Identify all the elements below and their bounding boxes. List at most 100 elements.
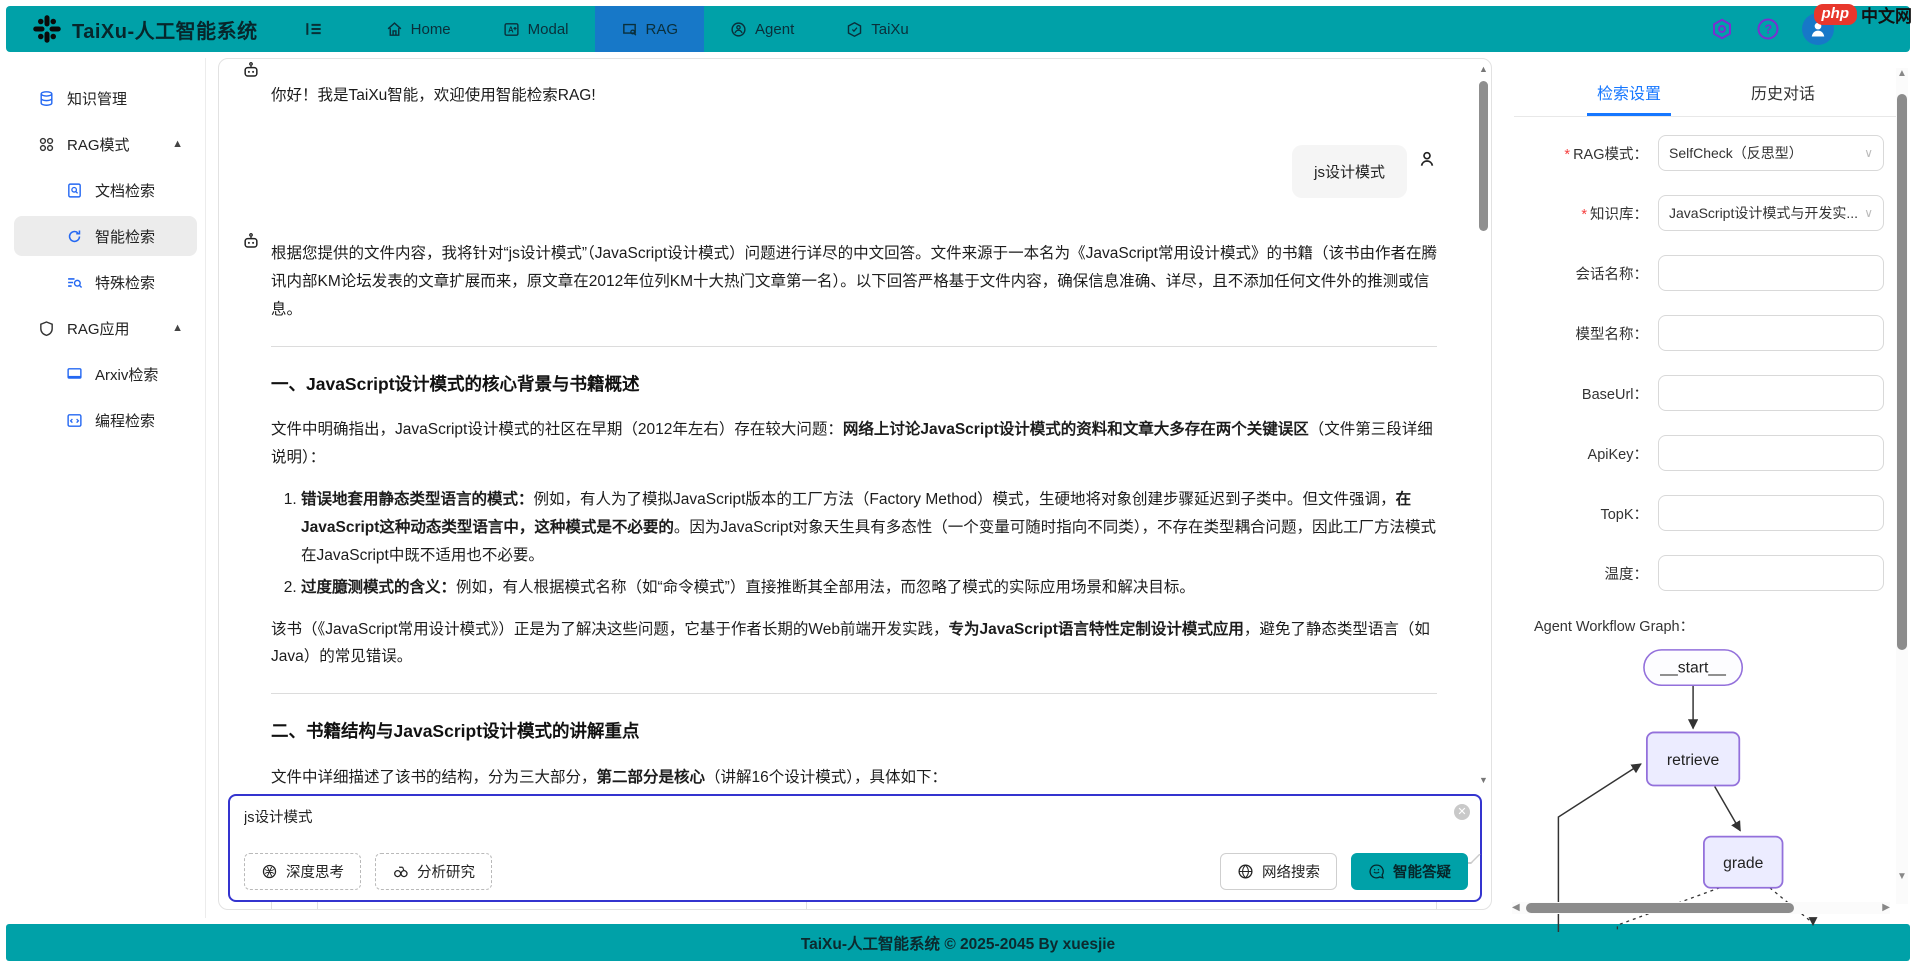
chat-input[interactable]: js设计模式 — [244, 806, 1466, 850]
user-message-bubble: js设计模式 — [1292, 145, 1407, 198]
app-logo-icon — [32, 14, 62, 44]
knowledge-base-select[interactable]: JavaScript设计模式与开发实...∨ — [1658, 195, 1884, 231]
settings-gear-icon[interactable] — [1710, 17, 1734, 41]
analyze-research-button[interactable]: 分析研究 — [375, 853, 492, 890]
agent-icon — [730, 21, 747, 38]
button-label: 智能答疑 — [1393, 861, 1451, 882]
sidebar-item-knowledge[interactable]: 知识管理 — [14, 78, 197, 118]
chat-scrollbar-thumb[interactable] — [1479, 81, 1488, 231]
label-text: RAG模式： — [1573, 147, 1648, 163]
app-title: TaiXu-人工智能系统 — [72, 15, 258, 44]
monitor-icon — [66, 366, 83, 383]
field-top-k: TopK： — [1528, 495, 1884, 531]
section-2-lead: 文件中详细描述了该书的结构，分为三大部分，第二部分是核心（讲解16个设计模式），… — [271, 764, 1437, 792]
node-start-label: __start__ — [1659, 659, 1726, 676]
field-session-name: 会话名称： — [1528, 255, 1884, 291]
php-badge: php — [1814, 4, 1858, 25]
tab-retrieval-settings[interactable]: 检索设置 — [1587, 74, 1671, 116]
scroll-up-arrow-icon[interactable]: ▲ — [1479, 65, 1488, 74]
sidebar-collapse-icon[interactable] — [304, 19, 324, 39]
panel-horizontal-scrollbar[interactable]: ◀ ▶ — [1512, 902, 1890, 914]
modal-icon: A — [503, 21, 520, 38]
session-name-input[interactable] — [1669, 265, 1873, 281]
clear-input-icon[interactable]: ✕ — [1454, 804, 1470, 820]
chat-area: 你好！我是TaiXu智能，欢迎使用智能检索RAG! js设计模式 根据您提供的文… — [206, 58, 1506, 918]
nav-label: Modal — [528, 21, 569, 38]
sidebar-item-doc-search[interactable]: 文档检索 — [14, 170, 197, 210]
button-label: 网络搜索 — [1262, 861, 1320, 882]
chevron-up-icon[interactable]: ▲ — [172, 322, 183, 334]
text-run-bold: 过度臆测模式的含义： — [301, 579, 456, 596]
sidebar-item-label: 知识管理 — [67, 88, 127, 109]
sidebar-item-label: 特殊检索 — [95, 272, 155, 293]
base-url-input-wrap — [1658, 375, 1884, 411]
user-message: js设计模式 — [241, 145, 1437, 198]
doc-search-icon — [66, 182, 83, 199]
field-api-key: ApiKey： — [1528, 435, 1884, 471]
node-grade-label: grade — [1723, 855, 1763, 872]
model-name-input-wrap — [1658, 315, 1884, 351]
required-asterisk: * — [1581, 207, 1587, 223]
nav-label: TaiXu — [871, 21, 909, 38]
deep-think-button[interactable]: 深度思考 — [244, 853, 361, 890]
page: php 中文网 TaiXu-人工智能系统 Home A — [0, 0, 1916, 967]
settings-form: *RAG模式： SelfCheck（反思型）∨ *知识库： JavaScript… — [1528, 135, 1884, 591]
chevron-down-icon: ∨ — [1864, 146, 1873, 160]
web-search-button[interactable]: 网络搜索 — [1220, 853, 1337, 890]
model-name-input[interactable] — [1669, 325, 1873, 341]
node-retrieve-label: retrieve — [1667, 752, 1720, 769]
sidebar-group-rag-app[interactable]: RAG应用 ▲ — [14, 308, 197, 348]
field-base-url: BaseUrl： — [1528, 375, 1884, 411]
text-run: 文件中明确指出，JavaScript设计模式的社区在早期（2012年左右）存在较… — [271, 421, 843, 438]
nav-label: Agent — [755, 21, 794, 38]
chevron-up-icon[interactable]: ▲ — [172, 138, 183, 150]
sidebar-item-code-search[interactable]: 编程检索 — [14, 400, 197, 440]
panel-vertical-scrollbar[interactable]: ▲ ▼ — [1896, 68, 1908, 904]
top-k-input[interactable] — [1669, 505, 1873, 521]
api-key-input[interactable] — [1669, 445, 1873, 461]
field-model-name: 模型名称： — [1528, 315, 1884, 351]
nav-item-rag[interactable]: RAG — [595, 6, 705, 52]
chat-scrollbar[interactable]: ▲ ▼ — [1479, 65, 1488, 905]
scroll-up-arrow-icon[interactable]: ▲ — [1896, 68, 1908, 79]
nav-item-agent[interactable]: Agent — [704, 6, 820, 52]
panel-hscrollbar-thumb[interactable] — [1526, 903, 1794, 913]
sidebar-item-label: 智能检索 — [95, 226, 155, 247]
field-label: TopK： — [1528, 503, 1648, 524]
grid-icon — [38, 136, 55, 153]
svg-text:?: ? — [1765, 23, 1773, 37]
nav-item-modal[interactable]: A Modal — [477, 6, 595, 52]
rag-icon — [621, 21, 638, 38]
base-url-input[interactable] — [1669, 385, 1873, 401]
sidebar-group-rag-mode[interactable]: RAG模式 ▲ — [14, 124, 197, 164]
text-run: （讲解16个设计模式），具体如下： — [705, 769, 947, 786]
section-1-heading: 一、JavaScript设计模式的核心背景与书籍概述 — [271, 369, 1437, 401]
text-run-bold: 网络上讨论JavaScript设计模式的资料和文章大多存在两个关键误区 — [843, 421, 1309, 438]
field-label: ApiKey： — [1528, 443, 1648, 464]
scroll-right-arrow-icon[interactable]: ▶ — [1882, 902, 1890, 914]
sidebar-item-smart-search[interactable]: 智能检索 — [14, 216, 197, 256]
scroll-down-arrow-icon[interactable]: ▼ — [1479, 776, 1488, 785]
watermark-site-name: 中文网 — [1861, 2, 1912, 27]
required-asterisk: * — [1564, 147, 1570, 163]
help-icon[interactable]: ? — [1756, 17, 1780, 41]
scroll-left-arrow-icon[interactable]: ◀ — [1512, 902, 1520, 914]
rag-mode-select[interactable]: SelfCheck（反思型）∨ — [1658, 135, 1884, 171]
chat-input-box: js设计模式 ✕ 深度思考 分析研究 — [228, 794, 1482, 902]
select-value: JavaScript设计模式与开发实... — [1669, 203, 1864, 223]
panel-scrollbar-thumb[interactable] — [1897, 94, 1907, 650]
temperature-input-wrap — [1658, 555, 1884, 591]
text-run: 例如，有人根据模式名称（如“命令模式”）直接推断其全部用法，而忽略了模式的实际应… — [456, 579, 1195, 596]
nav-item-home[interactable]: Home — [360, 6, 477, 52]
analyze-icon — [392, 863, 409, 880]
text-run-bold: 错误地套用静态类型语言的模式： — [301, 491, 534, 508]
sidebar-item-special-search[interactable]: 特殊检索 — [14, 262, 197, 302]
tab-history[interactable]: 历史对话 — [1741, 74, 1825, 116]
sidebar-item-arxiv-search[interactable]: Arxiv检索 — [14, 354, 197, 394]
scroll-down-arrow-icon[interactable]: ▼ — [1896, 871, 1908, 882]
field-label: *知识库： — [1528, 203, 1648, 224]
nav-item-taixu[interactable]: TaiXu — [820, 6, 935, 52]
smart-qa-button[interactable]: 智能答疑 — [1351, 853, 1468, 890]
temperature-input[interactable] — [1669, 565, 1873, 581]
workflow-graph-label: Agent Workflow Graph： — [1534, 615, 1884, 636]
